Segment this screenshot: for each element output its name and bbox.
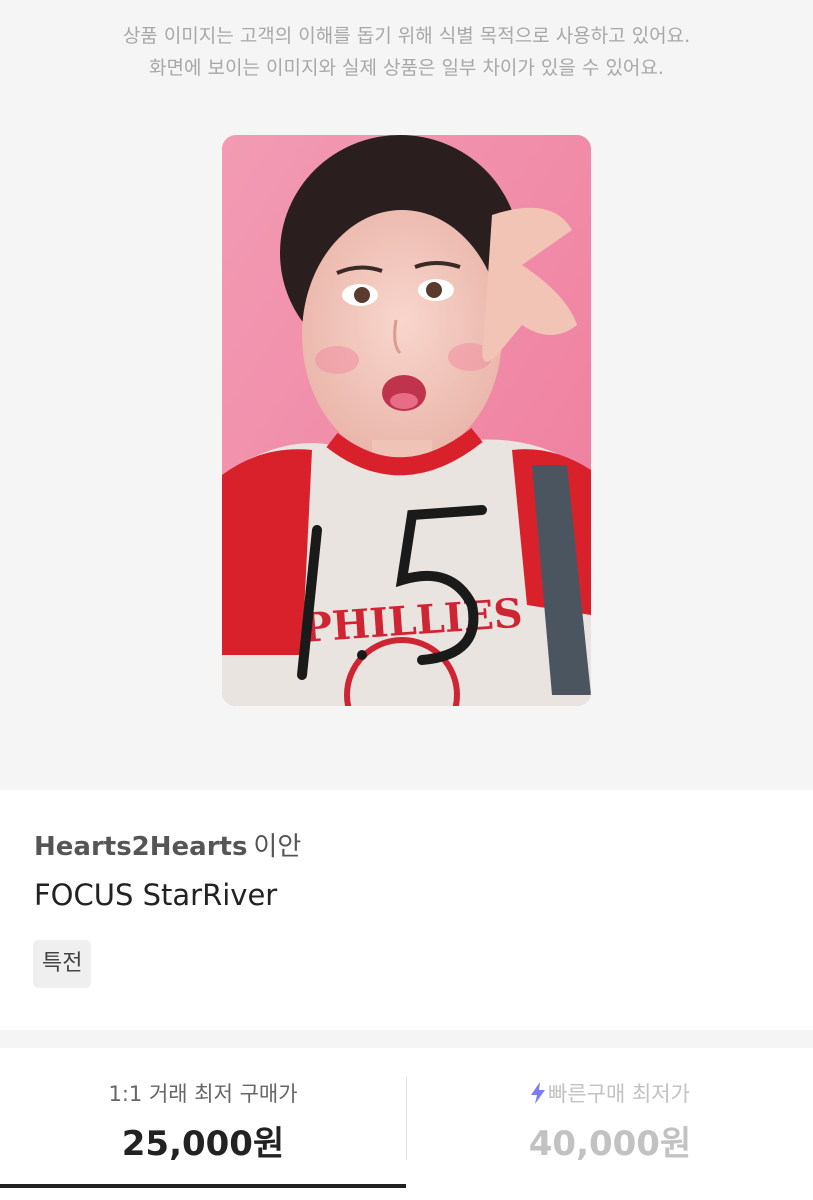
album-title: FOCUS StarRiver (34, 878, 278, 912)
artist-line: Hearts2Hearts 이안 (34, 826, 301, 863)
member-name[interactable]: 이안 (253, 832, 301, 862)
direct-trade-label: 1:1 거래 최저 구매가 (108, 1082, 298, 1106)
notice-line-1: 상품 이미지는 고객의 이해를 돕기 위해 식별 목적으로 사용하고 있어요. (122, 25, 691, 47)
group-name[interactable]: Hearts2Hearts (34, 832, 247, 862)
active-tab-indicator (0, 1184, 406, 1188)
section-divider (0, 1030, 813, 1048)
quick-buy-label-row: 빠른구매 최저가 (407, 1078, 813, 1108)
photocard-illustration: PHILLIES (222, 135, 591, 706)
image-notice: 상품 이미지는 고객의 이해를 돕기 위해 식별 목적으로 사용하고 있어요. … (0, 20, 813, 84)
quick-buy-price-tab[interactable]: 빠른구매 최저가 40,000원 (407, 1048, 813, 1188)
direct-trade-price-tab[interactable]: 1:1 거래 최저 구매가 25,000원 (0, 1048, 406, 1188)
quick-buy-label: 빠른구매 최저가 (548, 1082, 690, 1106)
quick-buy-price: 40,000원 (528, 1124, 692, 1164)
price-tabs: 1:1 거래 최저 구매가 25,000원 빠른구매 최저가 40,000원 (0, 1048, 813, 1200)
product-photocard-image[interactable]: PHILLIES (222, 135, 591, 706)
lightning-icon (531, 1082, 546, 1104)
notice-line-2: 화면에 보이는 이미지와 실제 상품은 일부 차이가 있을 수 있어요. (149, 57, 664, 79)
tag-badge: 특전 (33, 940, 92, 988)
product-info: Hearts2Hearts 이안 FOCUS StarRiver 특전 (0, 790, 813, 1030)
direct-trade-price: 25,000원 (121, 1124, 285, 1164)
product-image-section: 상품 이미지는 고객의 이해를 돕기 위해 식별 목적으로 사용하고 있어요. … (0, 0, 813, 790)
